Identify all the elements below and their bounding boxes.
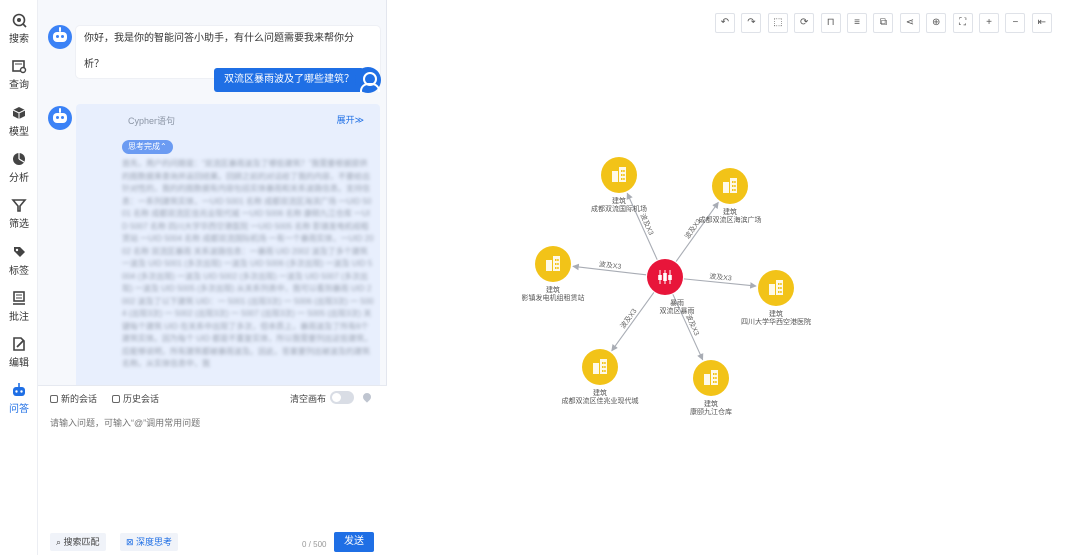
- node-type-label: 建筑: [593, 388, 607, 397]
- graph-node-building[interactable]: 建筑成都双流区海滨广场: [699, 168, 762, 224]
- graph-node-building[interactable]: 建筑四川大学华西空港医院: [741, 270, 811, 326]
- node-name-label: 成都双流区海滨广场: [699, 215, 762, 224]
- assistant-answer-card: Cypher语句 展开≫ 思考完成⌃ 首先，用户的问题是：“双流区暴雨波及了哪些…: [76, 104, 380, 385]
- edit-icon: [13, 337, 25, 351]
- tag-icon: [14, 246, 25, 257]
- nav-label: 编辑: [9, 358, 29, 370]
- knowledge-graph[interactable]: 波及X3 波及X3波及X3波及X3波及X3 波及X3建筑成都双流国际机场 建筑成都双流…: [388, 0, 1080, 555]
- nav-item-5[interactable]: 标签: [0, 244, 38, 284]
- composer-toolbar: 新的会话 历史会话 清空画布: [38, 386, 387, 410]
- app-root: 搜索查询模型分析筛选标签批注编辑问答 你好，我是你的智能问答小助手，有什么问题需…: [0, 0, 1080, 555]
- search-icon: [12, 13, 27, 28]
- graph-node-building[interactable]: 建筑成都双流区佳兆业现代城: [562, 349, 639, 405]
- node-name-label: 四川大学华西空港医院: [741, 317, 811, 326]
- send-button[interactable]: 发送: [334, 532, 374, 552]
- edge-label: 波及X3: [709, 271, 732, 282]
- expand-cypher-button[interactable]: 展开≫: [337, 113, 364, 126]
- query-icon: [12, 60, 27, 74]
- node-name-label: 成都双流国际机场: [591, 204, 647, 213]
- graph-node-rainstorm[interactable]: 暴雨双流区暴雨: [647, 259, 695, 315]
- nav-item-2[interactable]: 模型: [0, 105, 38, 145]
- nav-item-3[interactable]: 分析: [0, 151, 38, 191]
- chat-panel: 你好，我是你的智能问答小助手，有什么问题需要我来帮你分析？ 双流区暴雨波及了哪些…: [38, 0, 387, 555]
- message-list[interactable]: 你好，我是你的智能问答小助手，有什么问题需要我来帮你分析？ 双流区暴雨波及了哪些…: [38, 0, 387, 385]
- new-chat-label: 新的会话: [61, 394, 98, 404]
- cube-icon: [12, 106, 26, 119]
- history-chat-label: 历史会话: [123, 394, 160, 404]
- candlestick-icon: [658, 270, 672, 284]
- clear-canvas-label: 清空画布: [290, 394, 327, 404]
- assistant-avatar: [48, 25, 72, 49]
- edge-0[interactable]: [626, 192, 658, 260]
- node-type-label: 建筑: [612, 196, 626, 205]
- node-name-label: 康颐九江仓库: [690, 407, 732, 416]
- nav-label: 查询: [9, 80, 29, 92]
- left-nav-rail: 搜索查询模型分析筛选标签批注编辑问答: [0, 0, 38, 555]
- graph-node-building[interactable]: 建筑康颐九江仓库: [690, 360, 732, 416]
- node-type-label: 建筑: [546, 285, 560, 294]
- chat-composer: 新的会话 历史会话 清空画布 ⌕ 搜索匹配 ⊠ 深度思考 0 / 500 发送: [38, 385, 387, 555]
- edge-1[interactable]: [675, 201, 719, 262]
- center-type-label: 暴雨: [670, 299, 684, 307]
- nav-label: 批注: [9, 311, 29, 323]
- annotation-icon: [13, 290, 25, 305]
- search-match-label: 搜索匹配: [63, 537, 100, 547]
- robot-icon: [13, 383, 25, 397]
- nav-label: 问答: [9, 404, 29, 416]
- edge-4[interactable]: [611, 292, 655, 352]
- nav-label: 搜索: [9, 34, 29, 45]
- nav-label: 模型: [9, 126, 29, 138]
- graph-node-building[interactable]: 建筑成都双流国际机场: [591, 157, 647, 213]
- nav-label: 筛选: [9, 219, 29, 231]
- nav-item-0[interactable]: 搜索: [0, 12, 38, 52]
- assistant-avatar: [48, 106, 72, 130]
- nav-item-7[interactable]: 编辑: [0, 336, 38, 376]
- new-chat-button[interactable]: 新的会话: [50, 392, 97, 405]
- nav-item-8[interactable]: 问答: [0, 382, 38, 422]
- char-counter: 0 / 500: [302, 540, 327, 549]
- chat-bubble-icon: [50, 395, 58, 403]
- deep-think-label: 深度思考: [136, 537, 173, 547]
- node-name-label: 成都双流区佳兆业现代城: [562, 396, 639, 405]
- node-type-label: 建筑: [769, 309, 783, 318]
- cypher-title: Cypher语句: [128, 116, 176, 126]
- question-input[interactable]: [50, 418, 375, 428]
- graph-canvas[interactable]: ↶ ↷ ⬚ ⟳ ⊓ ≡ ⧉ ⋖ ⊕ ⛶ + − ⇤ 波及X3 波及X3 波及X3 波及X3 波及X3 波及X3 建筑…: [388, 0, 1080, 555]
- user-avatar: [355, 67, 381, 93]
- node-type-label: 建筑: [704, 399, 718, 408]
- nav-label: 标签: [9, 265, 29, 277]
- pin-icon[interactable]: [361, 391, 373, 403]
- node-name-label: 影镇发电机组租赁站: [522, 293, 585, 302]
- pie-chart-icon: [13, 152, 25, 165]
- thinking-content: 首先，用户的问题是：“双流区暴雨波及了哪些建筑？”我需要根据提供的图数据来查询并…: [122, 159, 374, 368]
- nav-item-6[interactable]: 批注: [0, 290, 38, 330]
- history-chat-button[interactable]: 历史会话: [112, 392, 159, 405]
- filter-icon: [11, 199, 27, 212]
- user-question-bubble: 双流区暴雨波及了哪些建筑？: [214, 68, 364, 92]
- nav-item-1[interactable]: 查询: [0, 58, 38, 98]
- deep-think-button[interactable]: ⊠ 深度思考: [120, 533, 179, 551]
- graph-node-building[interactable]: 建筑影镇发电机组租赁站: [522, 246, 585, 302]
- nav-label: 分析: [9, 172, 29, 184]
- center-name-label: 双流区暴雨: [660, 306, 695, 315]
- cypher-header: Cypher语句 展开≫: [76, 104, 380, 132]
- clear-canvas-toggle[interactable]: [330, 391, 354, 404]
- search-match-button[interactable]: ⌕ 搜索匹配: [50, 533, 106, 551]
- node-type-label: 建筑: [723, 207, 737, 216]
- history-icon: [112, 395, 120, 403]
- nav-item-4[interactable]: 筛选: [0, 197, 38, 237]
- thinking-status-toggle[interactable]: 思考完成⌃: [122, 140, 173, 154]
